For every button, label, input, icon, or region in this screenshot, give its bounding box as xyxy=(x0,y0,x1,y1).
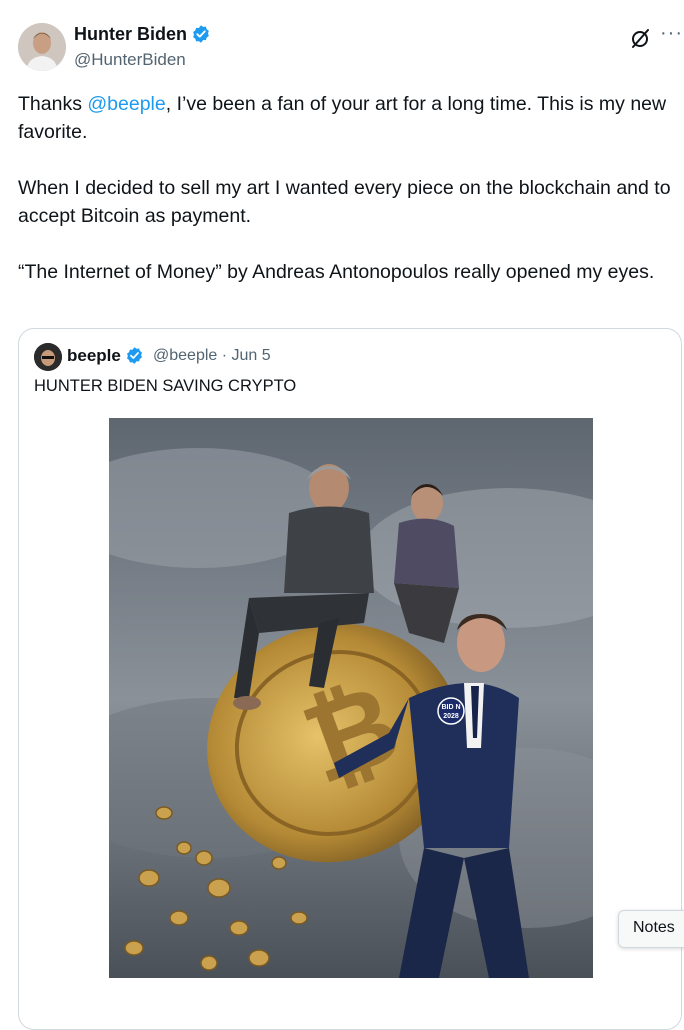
quoted-date[interactable]: Jun 5 xyxy=(232,347,271,364)
author-avatar[interactable] xyxy=(18,23,66,71)
campaign-button-line1: BID N xyxy=(441,704,460,711)
tweet-text-segment: Thanks xyxy=(18,93,88,115)
avatar-photo xyxy=(18,23,66,71)
quoted-name[interactable]: beeple xyxy=(67,346,144,366)
verified-badge-icon xyxy=(126,347,142,364)
quoted-tweet[interactable]: beeple @beeple · Jun 5 HUNTER BIDEN SAVI… xyxy=(18,328,682,1030)
mention-link[interactable]: @beeple xyxy=(87,93,165,115)
quoted-handle[interactable]: @beeple xyxy=(153,347,217,364)
quoted-text: HUNTER BIDEN SAVING CRYPTO xyxy=(34,377,297,395)
quoted-meta: @beeple · Jun 5 xyxy=(153,347,271,365)
more-icon[interactable]: ··· xyxy=(660,22,683,45)
tweet-paragraph-2: When I decided to sell my art I wanted e… xyxy=(18,177,671,227)
author-name[interactable]: Hunter Biden xyxy=(74,24,211,45)
quoted-name-text: beeple xyxy=(67,346,121,365)
quoted-avatar-photo xyxy=(34,343,62,371)
artwork-illustration: ₿ BID N 2028 xyxy=(109,418,593,978)
tweet-paragraph-1: Thanks @beeple, I’ve been a fan of your … xyxy=(18,90,678,146)
notes-button[interactable]: Notes xyxy=(618,910,684,948)
verified-badge-icon xyxy=(193,25,209,43)
author-name-text: Hunter Biden xyxy=(74,24,188,44)
tweet-text: Thanks @beeple, I’ve been a fan of your … xyxy=(18,90,678,314)
meta-separator: · xyxy=(221,347,228,364)
quoted-image[interactable]: ₿ BID N 2028 xyxy=(109,418,593,978)
campaign-button-line2: 2028 xyxy=(443,713,459,720)
quoted-avatar[interactable] xyxy=(34,343,62,371)
tweet-paragraph-3: “The Internet of Money” by Andreas Anton… xyxy=(18,261,655,283)
author-handle[interactable]: @HunterBiden xyxy=(74,50,186,70)
grok-icon[interactable] xyxy=(628,26,652,50)
